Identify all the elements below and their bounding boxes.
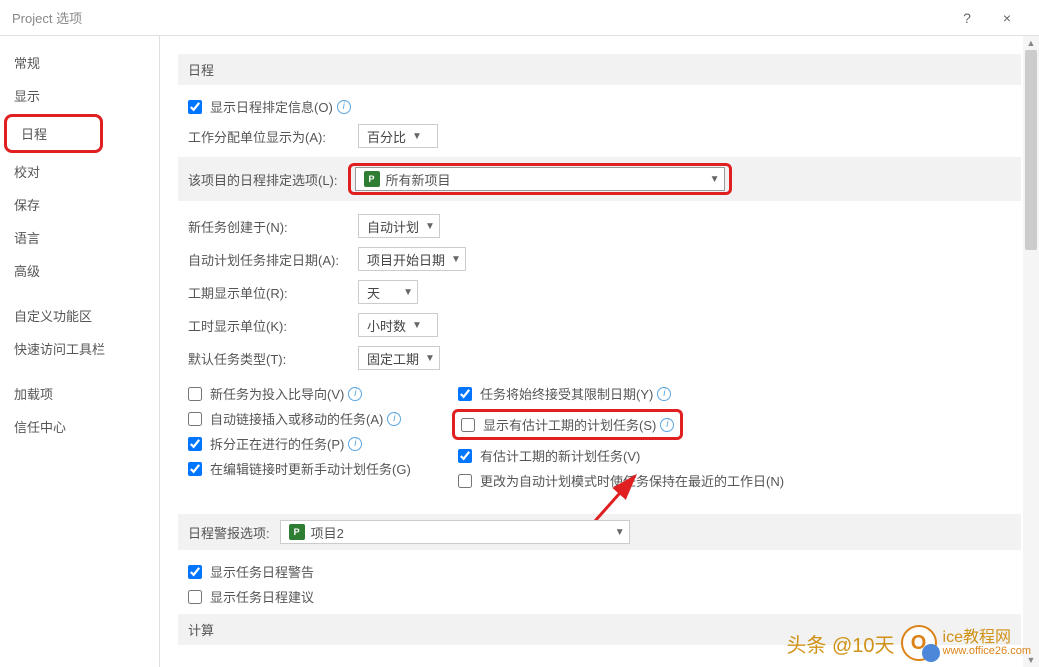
chk-show-schedule-info[interactable] — [188, 100, 202, 114]
select-work-time-unit[interactable]: 小时数 ▼ — [358, 313, 438, 337]
info-icon[interactable] — [348, 387, 362, 401]
highlight-est-duration: 显示有估计工期的计划任务(S) — [452, 409, 683, 440]
info-icon[interactable] — [348, 437, 362, 451]
select-auto-plan-value: 项目开始日期 — [367, 250, 445, 269]
lbl-new-task: 新任务创建于(N): — [178, 217, 358, 236]
chk-show-schedule-alert[interactable] — [188, 565, 202, 579]
select-work-time-unit-value: 小时数 — [367, 316, 406, 335]
select-work-unit-value: 百分比 — [367, 127, 406, 146]
sidebar-item-language[interactable]: 语言 — [0, 221, 159, 254]
info-icon[interactable] — [337, 100, 351, 114]
lbl-work-unit: 工作分配单位显示为(A): — [178, 127, 358, 146]
sidebar-item-proof[interactable]: 校对 — [0, 155, 159, 188]
section-schedule-alert: 日程警报选项: P 项目2 ▼ — [178, 514, 1021, 550]
project-icon: P — [289, 524, 305, 540]
section-project-schedule: 该项目的日程排定选项(L): P 所有新项目 ▼ — [178, 157, 1021, 201]
close-button[interactable]: × — [987, 10, 1027, 26]
watermark-logo-icon: O — [901, 625, 937, 661]
sidebar-item-display[interactable]: 显示 — [0, 79, 159, 112]
content-panel: 日程 显示日程排定信息(O) 工作分配单位显示为(A): 百分比 ▼ 该项目的日… — [160, 36, 1039, 667]
sidebar-item-addins[interactable]: 加载项 — [0, 377, 159, 410]
select-default-task-type[interactable]: 固定工期 ▼ — [358, 346, 440, 370]
chevron-down-icon: ▼ — [412, 320, 422, 331]
select-new-task[interactable]: 自动计划 ▼ — [358, 214, 440, 238]
sidebar-item-customize-ribbon[interactable]: 自定义功能区 — [0, 299, 159, 332]
select-duration-unit-value: 天 — [367, 283, 380, 302]
lbl-show-est-duration: 显示有估计工期的计划任务(S) — [483, 415, 656, 434]
select-duration-unit[interactable]: 天 ▼ — [358, 280, 418, 304]
chevron-down-icon: ▼ — [710, 174, 720, 185]
scrollbar[interactable]: ▲ ▼ — [1023, 36, 1039, 667]
lbl-est-duration-new: 有估计工期的新计划任务(V) — [480, 446, 640, 465]
watermark-text2: ice教程网 — [943, 630, 1031, 646]
lbl-project-schedule: 该项目的日程排定选项(L): — [188, 170, 338, 189]
select-alert-project[interactable]: P 项目2 ▼ — [280, 520, 630, 544]
lbl-duration-unit: 工期显示单位(R): — [178, 283, 358, 302]
lbl-auto-link: 自动链接插入或移动的任务(A) — [210, 409, 383, 428]
select-alert-project-value: 项目2 — [311, 523, 344, 542]
lbl-task-accept-limit: 任务将始终接受其限制日期(Y) — [480, 384, 653, 403]
main-layout: 常规 显示 日程 校对 保存 语言 高级 自定义功能区 快速访问工具栏 加载项 … — [0, 36, 1039, 667]
sidebar-item-schedule[interactable]: 日程 — [4, 114, 103, 153]
chk-keep-nearest[interactable] — [458, 474, 472, 488]
chk-task-accept-limit[interactable] — [458, 387, 472, 401]
info-icon[interactable] — [387, 412, 401, 426]
chevron-down-icon: ▼ — [451, 254, 461, 265]
info-icon[interactable] — [657, 387, 671, 401]
lbl-keep-nearest: 更改为自动计划模式时使任务保持在最近的工作日(N) — [480, 471, 784, 490]
lbl-split: 拆分正在进行的任务(P) — [210, 434, 344, 453]
section-schedule: 日程 — [178, 54, 1021, 85]
chk-split[interactable] — [188, 437, 202, 451]
chk-est-duration-new[interactable] — [458, 449, 472, 463]
help-button[interactable]: ? — [947, 10, 987, 26]
select-default-task-type-value: 固定工期 — [367, 349, 419, 368]
chk-show-schedule-suggest[interactable] — [188, 590, 202, 604]
select-work-unit[interactable]: 百分比 ▼ — [358, 124, 438, 148]
lbl-default-task-type: 默认任务类型(T): — [178, 349, 358, 368]
sidebar-item-save[interactable]: 保存 — [0, 188, 159, 221]
lbl-show-schedule-info: 显示日程排定信息(O) — [210, 97, 333, 116]
select-project-schedule-value: 所有新项目 — [386, 170, 451, 189]
chevron-down-icon: ▼ — [425, 353, 435, 364]
lbl-auto-plan: 自动计划任务排定日期(A): — [178, 250, 358, 269]
highlight-project-select: P 所有新项目 ▼ — [348, 163, 732, 195]
watermark-text1: 头条 @10天 — [786, 629, 894, 658]
info-icon[interactable] — [660, 418, 674, 432]
chevron-down-icon: ▼ — [615, 527, 625, 538]
lbl-show-schedule-suggest: 显示任务日程建议 — [210, 587, 314, 606]
chk-edit-link[interactable] — [188, 462, 202, 476]
chevron-down-icon: ▼ — [403, 287, 413, 298]
lbl-show-schedule-alert: 显示任务日程警告 — [210, 562, 314, 581]
watermark: 头条 @10天 O ice教程网 www.office26.com — [786, 625, 1031, 661]
select-project-schedule[interactable]: P 所有新项目 ▼ — [355, 167, 725, 191]
scroll-up-icon[interactable]: ▲ — [1023, 36, 1039, 50]
chevron-down-icon: ▼ — [412, 131, 422, 142]
lbl-new-task-effort: 新任务为投入比导向(V) — [210, 384, 344, 403]
project-icon: P — [364, 171, 380, 187]
chk-new-task-effort[interactable] — [188, 387, 202, 401]
sidebar-item-quick-access[interactable]: 快速访问工具栏 — [0, 332, 159, 365]
chevron-down-icon: ▼ — [425, 221, 435, 232]
watermark-url: www.office26.com — [943, 646, 1031, 657]
lbl-edit-link: 在编辑链接时更新手动计划任务(G) — [210, 459, 411, 478]
sidebar: 常规 显示 日程 校对 保存 语言 高级 自定义功能区 快速访问工具栏 加载项 … — [0, 36, 160, 667]
chk-show-est-duration[interactable] — [461, 418, 475, 432]
sidebar-item-general[interactable]: 常规 — [0, 46, 159, 79]
titlebar-title: Project 选项 — [12, 8, 947, 27]
lbl-work-time-unit: 工时显示单位(K): — [178, 316, 358, 335]
sidebar-item-trust-center[interactable]: 信任中心 — [0, 410, 159, 443]
select-auto-plan[interactable]: 项目开始日期 ▼ — [358, 247, 466, 271]
sidebar-item-advanced[interactable]: 高级 — [0, 254, 159, 287]
select-new-task-value: 自动计划 — [367, 217, 419, 236]
scrollbar-thumb[interactable] — [1025, 50, 1037, 250]
chk-auto-link[interactable] — [188, 412, 202, 426]
lbl-schedule-alert: 日程警报选项: — [188, 523, 270, 542]
titlebar: Project 选项 ? × — [0, 0, 1039, 36]
